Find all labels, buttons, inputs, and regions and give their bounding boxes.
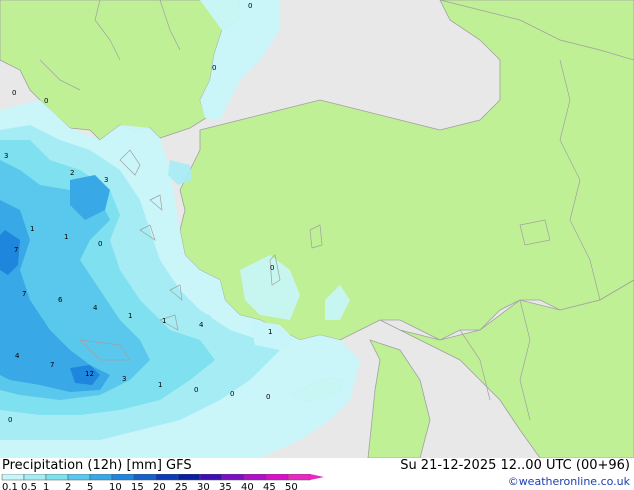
precip-value-label: 4: [93, 304, 98, 312]
precip-value-label: 4: [15, 352, 20, 360]
precipitation-map: 0 0 0 0 3 2 3 1 1 0 7 7 6 4 1 1 4 1 0 4 7 12 3 1 0 0 0 0: [0, 0, 634, 458]
precip-value-label: 7: [22, 290, 26, 298]
legend-swatch: [265, 474, 289, 481]
legend-swatch: [243, 474, 267, 481]
legend-swatch: [133, 474, 157, 481]
precip-value-label: 1: [158, 381, 162, 389]
map-panel: 0 0 0 0 3 2 3 1 1 0 7 7 6 4 1 1 4 1 0 4 7 12 3 1 0 0 0 0: [0, 0, 634, 458]
precip-value-label: 0: [212, 64, 216, 72]
legend-arrow: [310, 474, 324, 480]
legend-tick-label: 1: [43, 482, 49, 490]
precip-value-label: 7: [14, 246, 18, 254]
legend-tick-label: 40: [241, 482, 254, 490]
legend-tick-label: 35: [219, 482, 232, 490]
precip-value-label: 0: [266, 393, 270, 401]
legend-tick-label: 15: [131, 482, 144, 490]
color-legend: 0.1 0.5 1 2 5 10 15 20 25 30 35 40 45 50: [1, 474, 324, 490]
precip-value-label: 1: [162, 317, 166, 325]
legend-tick-label: 10: [109, 482, 122, 490]
legend-swatch: [45, 474, 69, 481]
precip-value-label: 3: [4, 152, 8, 160]
legend-tick-label: 50: [285, 482, 298, 490]
precip-value-label: 0: [230, 390, 234, 398]
precip-value-label: 0: [270, 264, 274, 272]
precip-value-label: 2: [70, 169, 74, 177]
precip-value-label: 0: [12, 89, 16, 97]
precip-value-label: 1: [30, 225, 34, 233]
legend-swatch: [67, 474, 91, 481]
legend-swatch: [89, 474, 113, 481]
precip-value-label: 12: [85, 370, 94, 378]
legend-tick-label: 30: [197, 482, 210, 490]
precip-value-label: 0: [8, 416, 12, 424]
legend-tick-label: 0.5: [21, 482, 37, 490]
legend-swatch: [155, 474, 179, 481]
legend-tick-label: 25: [175, 482, 188, 490]
legend-swatch: [1, 474, 25, 481]
precip-value-label: 6: [58, 296, 63, 304]
precip-value-label: 3: [104, 176, 108, 184]
credit-link[interactable]: ©weatheronline.co.uk: [508, 475, 630, 488]
precip-value-label: 1: [128, 312, 132, 320]
precip-value-label: 0: [248, 2, 252, 10]
precip-value-label: 1: [268, 328, 272, 336]
map-title: Precipitation (12h) [mm] GFS: [2, 458, 192, 473]
precip-value-label: 7: [50, 361, 54, 369]
precip-value-label: 3: [122, 375, 126, 383]
legend-swatch: [287, 474, 311, 481]
legend-tick-label: 0.1: [2, 482, 18, 490]
legend-swatch: [199, 474, 223, 481]
precip-value-label: 4: [199, 321, 204, 329]
legend-swatch: [111, 474, 135, 481]
precip-value-label: 1: [64, 233, 68, 241]
legend-swatch: [177, 474, 201, 481]
legend-swatch: [23, 474, 47, 481]
precip-value-label: 0: [44, 97, 48, 105]
valid-datetime: Su 21-12-2025 12..00 UTC (00+96): [400, 458, 630, 473]
precip-value-label: 0: [98, 240, 102, 248]
legend-tick-label: 45: [263, 482, 276, 490]
precip-value-label: 0: [194, 386, 198, 394]
legend-tick-label: 5: [87, 482, 93, 490]
legend-tick-label: 20: [153, 482, 166, 490]
legend-swatch: [221, 474, 245, 481]
legend-tick-label: 2: [65, 482, 71, 490]
